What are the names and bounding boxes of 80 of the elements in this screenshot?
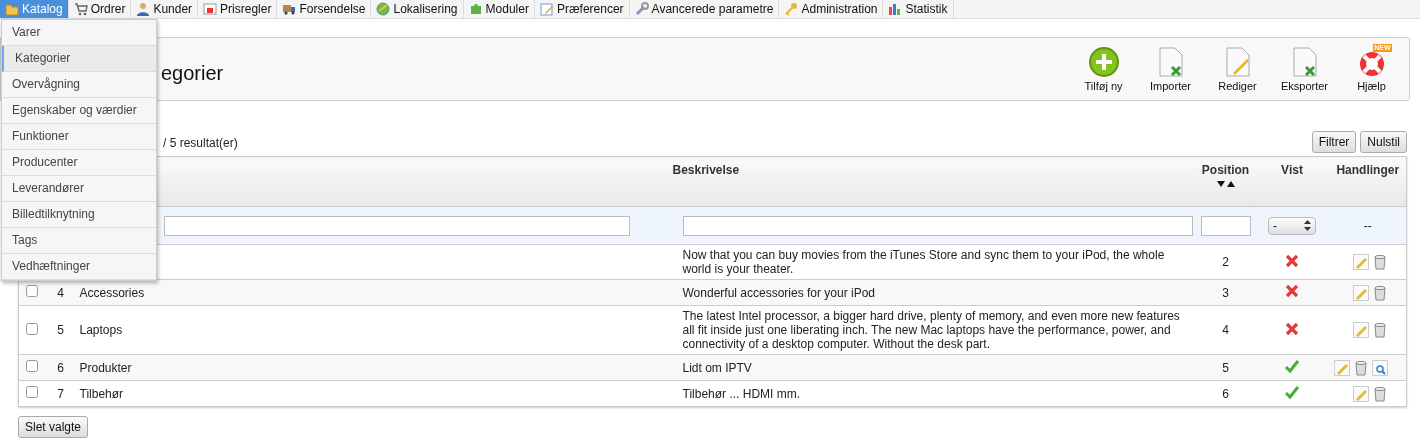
pencil-icon[interactable] — [1353, 254, 1369, 270]
table-cell-text: Tilbehør ... HDMI mm. — [682, 386, 802, 401]
table-cell: -- — [1329, 206, 1407, 245]
pencil-icon[interactable] — [1353, 322, 1369, 338]
sort-arrows-icon — [1215, 180, 1236, 188]
pencil-icon[interactable] — [1353, 284, 1369, 301]
add-icon — [1087, 46, 1120, 78]
folder-icon — [5, 2, 19, 16]
person-icon — [136, 2, 151, 16]
table-cell: 5 — [1222, 360, 1229, 375]
menu-item[interactable]: Vedhæftninger — [2, 254, 156, 280]
magnifier-icon[interactable] — [1372, 359, 1388, 376]
toolbar-button[interactable]: Tilføj ny — [1070, 46, 1137, 92]
table-cell: 6 — [1222, 386, 1229, 401]
table-cell-text: Now that you can buy movies from the iTunes Store and sync them to your iPod, the whole world is your theater. — [682, 248, 1166, 276]
table-cell: The latest Intel processor, a bigger hard drive, plenty of memory, and even more new features all fit inside just one liberating inch. The new Mac laptops have the performance, power, and connectivity of a desktop computer. Without the desk part. — [682, 309, 1181, 351]
nav-tab[interactable]: Kunder — [131, 0, 199, 18]
table-cell: Tilbehør — [79, 386, 124, 401]
row-checkbox[interactable] — [26, 285, 39, 297]
trash-icon[interactable] — [1353, 359, 1369, 376]
menu-item[interactable]: Funktioner — [2, 124, 156, 150]
toolbar-button[interactable]: Rediger — [1204, 46, 1271, 92]
select-field[interactable]: - — [1268, 216, 1316, 235]
truck-icon — [282, 2, 297, 16]
menu-item[interactable]: Egenskaber og værdier — [2, 98, 156, 124]
nav-tab[interactable]: Præferencer — [534, 0, 630, 18]
nav-tab[interactable]: Prisregler — [198, 0, 278, 18]
input-field[interactable] — [163, 215, 630, 236]
input-field[interactable] — [682, 215, 1193, 236]
row-checkbox[interactable] — [26, 322, 39, 335]
column-header: Handlinger — [1329, 156, 1407, 207]
delete-selected-button[interactable]: Slet valgte — [18, 416, 89, 438]
table-cell: 4 — [1222, 323, 1229, 337]
menu-item[interactable]: Overvågning — [2, 72, 156, 98]
menu-item[interactable]: Producenter — [2, 150, 156, 176]
key-icon — [784, 2, 799, 16]
pencil-icon[interactable] — [1334, 359, 1350, 376]
nav-tab[interactable]: Administration — [779, 0, 884, 18]
cart-icon — [73, 2, 88, 16]
table-cell: 6 — [57, 360, 64, 375]
filter-button[interactable]: Filtrer — [1311, 131, 1357, 153]
pencil-icon[interactable] — [1353, 385, 1369, 402]
table-cell: 2 — [1222, 255, 1229, 269]
row-checkbox[interactable] — [26, 360, 39, 372]
table-cell: 3 — [1222, 285, 1229, 300]
trash-icon[interactable] — [1372, 284, 1388, 301]
table-cell: 7 — [57, 386, 64, 401]
toolbar-button[interactable]: Eksporter — [1271, 46, 1338, 92]
table-cell: Laptops — [79, 323, 123, 337]
nav-tab[interactable]: Statistik — [883, 0, 954, 18]
table-cell-text: Lidt om IPTV — [682, 360, 753, 375]
nav-tab[interactable]: Forsendelse — [277, 0, 372, 18]
trash-icon[interactable] — [1372, 322, 1388, 338]
bar-chart-icon — [888, 2, 903, 16]
wrench-icon — [634, 2, 649, 16]
trash-icon[interactable] — [1372, 385, 1388, 402]
table-cell: Accessories — [79, 285, 145, 300]
column-header: Vist — [1254, 156, 1330, 207]
table-cell: 4 — [57, 285, 64, 300]
nav-tab[interactable]: Moduler — [463, 0, 535, 18]
table-cell-text: Wonderful accessories for your iPod — [682, 285, 877, 300]
filter-button[interactable]: Nulstil — [1360, 131, 1407, 153]
row-checkbox[interactable] — [26, 386, 39, 398]
menu-item[interactable]: Billedtilknytning — [2, 202, 156, 228]
column-header: Beskrivelse — [671, 156, 1197, 207]
menu-item[interactable]: Kategorier — [2, 46, 156, 72]
table-cell: 5 — [57, 323, 64, 337]
page-title: egorier — [161, 61, 224, 85]
table-cell: Produkter — [79, 360, 132, 375]
toolbar-button[interactable]: Importer — [1137, 46, 1204, 92]
menu-item[interactable]: Leverandører — [2, 176, 156, 202]
result-count: / 5 resultat(er) — [163, 136, 238, 152]
stepper-arrows-icon — [1304, 220, 1311, 231]
nav-tab[interactable]: Avancerede parametre — [629, 0, 780, 18]
nav-tab[interactable]: Ordrer — [68, 0, 132, 18]
trash-icon[interactable] — [1372, 254, 1388, 270]
menu-item[interactable]: Tags — [2, 228, 156, 254]
input-field[interactable] — [1200, 215, 1251, 236]
globe-icon — [376, 2, 391, 16]
nav-tab[interactable]: Lokalisering — [371, 0, 464, 18]
